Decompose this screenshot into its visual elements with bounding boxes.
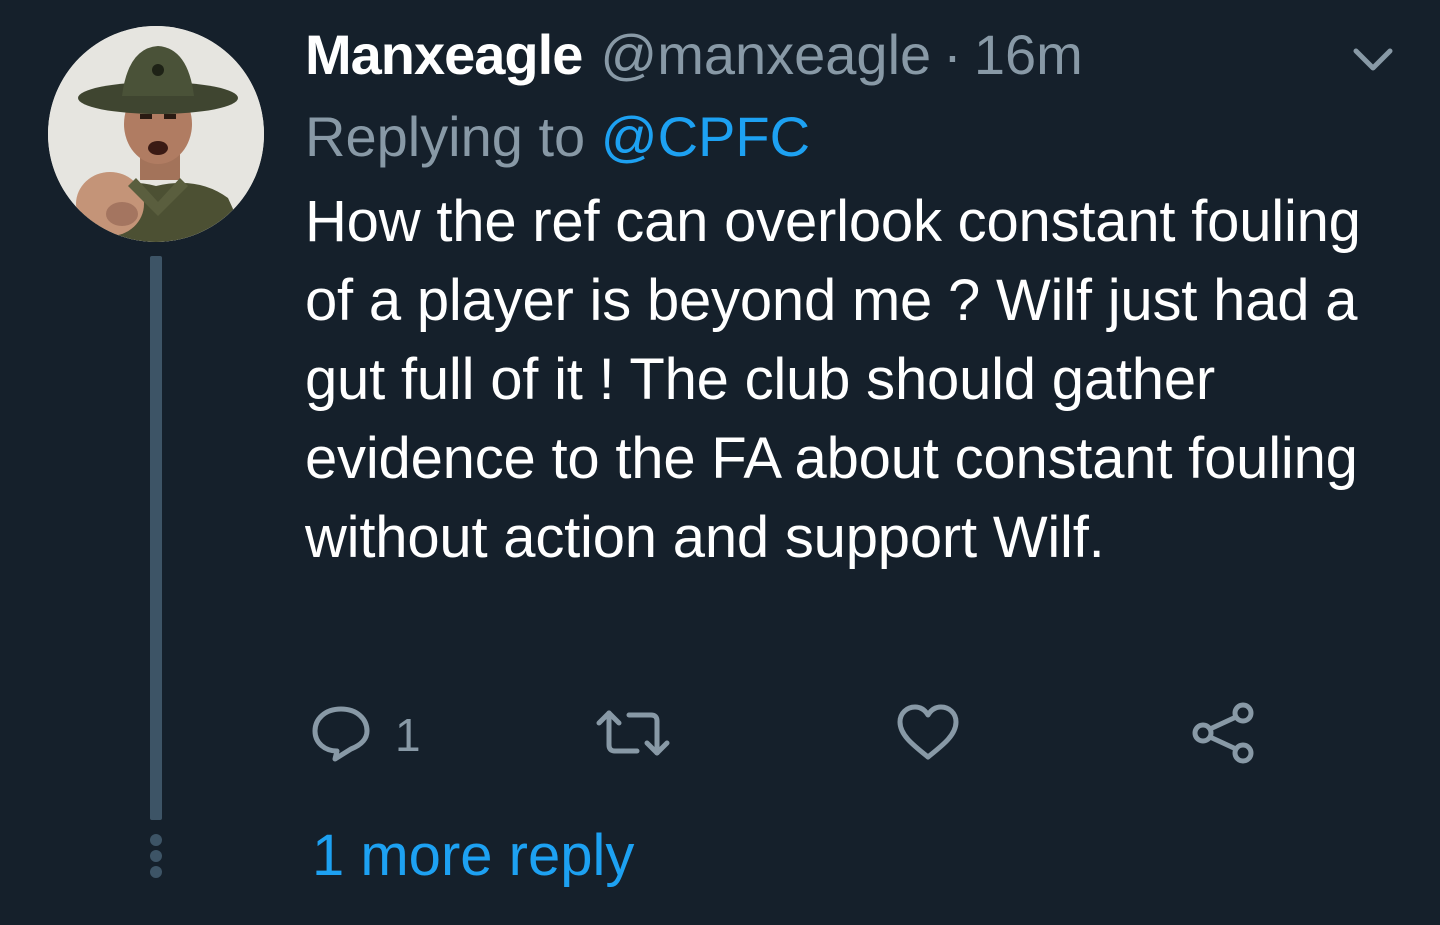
tweet-header: Manxeagle @manxeagle · 16m <box>305 22 1083 86</box>
separator-dot: · <box>943 23 962 86</box>
display-name[interactable]: Manxeagle <box>305 22 583 87</box>
more-replies-link[interactable]: 1 more reply <box>312 822 634 889</box>
like-button[interactable] <box>893 700 963 770</box>
share-icon <box>1189 701 1259 770</box>
replying-prefix: Replying to <box>305 105 601 168</box>
avatar[interactable] <box>48 26 264 242</box>
retweet-icon <box>593 701 673 770</box>
tweet[interactable]: Manxeagle @manxeagle · 16m Replying to @… <box>0 0 1440 925</box>
action-bar: 1 <box>305 700 1305 770</box>
reply-button[interactable]: 1 <box>309 700 421 770</box>
reply-count: 1 <box>395 709 421 761</box>
share-button[interactable] <box>1189 700 1259 770</box>
timestamp[interactable]: 16m <box>974 22 1083 87</box>
replying-to-mention[interactable]: @CPFC <box>601 105 810 168</box>
replying-to: Replying to @CPFC <box>305 104 810 169</box>
thread-dots <box>149 834 163 882</box>
reply-icon <box>309 701 373 770</box>
retweet-button[interactable] <box>593 700 673 770</box>
user-handle[interactable]: @manxeagle <box>600 22 931 87</box>
tweet-text: How the ref can overlook constant foulin… <box>305 189 1361 570</box>
chevron-down-icon[interactable] <box>1350 42 1396 76</box>
heart-icon <box>893 701 963 770</box>
thread-line <box>150 256 162 820</box>
